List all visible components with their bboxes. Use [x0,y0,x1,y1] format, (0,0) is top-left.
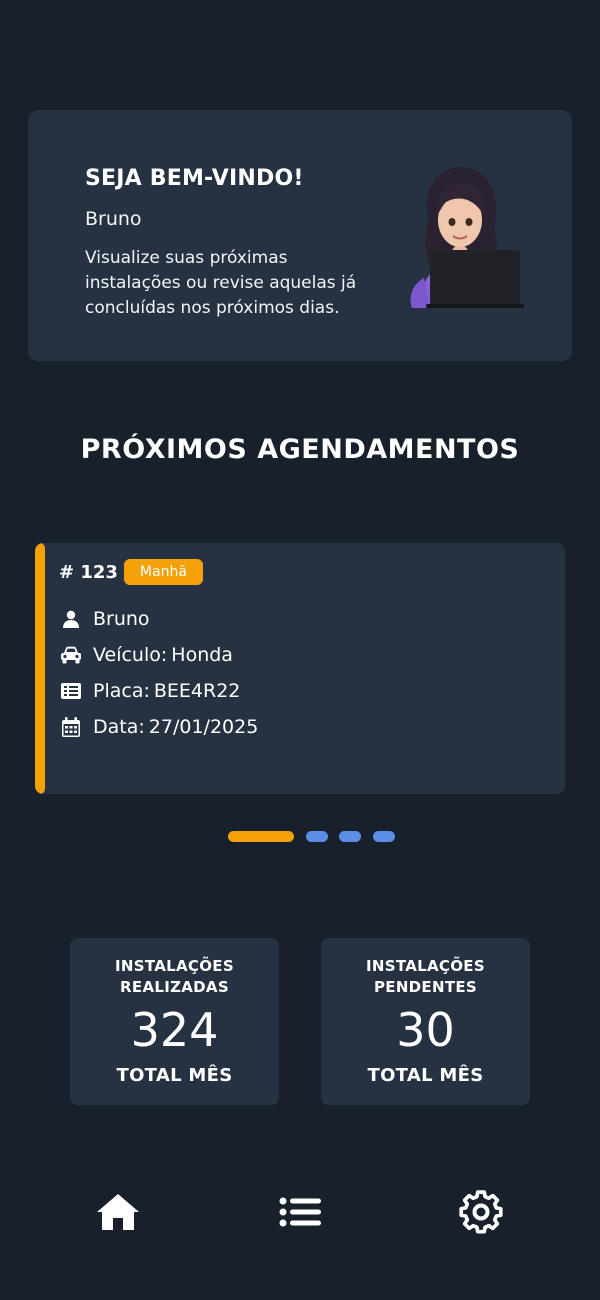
section-title: PRÓXIMOS AGENDAMENTOS [80,434,520,465]
plate-label: Placa: [93,680,150,702]
nav-settings-button[interactable] [457,1188,505,1236]
stat-footer: TOTAL MÊS [367,1065,484,1086]
welcome-description: Visualize suas próximas instalações ou r… [85,248,357,318]
stat-label: INSTALAÇÕES PENDENTES [321,956,530,998]
carousel-pager [0,831,600,843]
stat-value: 324 [130,1003,219,1057]
avatar-illustration [410,167,524,308]
plate-row: Placa: BEE4R22 [59,680,240,702]
stat-value: 30 [396,1003,455,1057]
stat-label-line2: PENDENTES [373,978,478,996]
nav-home-button[interactable] [94,1188,142,1236]
stat-label-line1: INSTALAÇÕES [115,957,234,975]
appointment-id: # 123 [59,561,118,583]
welcome-card: SEJA BEM-VINDO! Bruno Visualize suas pró… [28,110,572,361]
stat-card-completed: INSTALAÇÕES REALIZADAS 324 TOTAL MÊS [70,938,279,1105]
pager-dot[interactable] [339,831,361,842]
date-value: 27/01/2025 [148,716,259,738]
pager-dot[interactable] [306,831,328,842]
appointment-card[interactable]: # 123 Manhã Bruno Veículo: Honda Placa: … [35,543,565,794]
stat-footer: TOTAL MÊS [116,1065,233,1086]
vehicle-label: Veículo: [93,644,168,666]
pager-dot-active[interactable] [228,831,294,842]
vehicle-value: Honda [171,644,233,666]
car-icon [59,644,83,666]
vehicle-row: Veículo: Honda [59,644,233,666]
stat-label-line2: REALIZADAS [120,978,229,996]
home-icon [97,1194,139,1230]
pager-dot[interactable] [373,831,395,842]
user-icon [59,608,83,630]
appointment-accent-bar [35,543,45,794]
gear-icon [459,1190,503,1234]
client-row: Bruno [59,608,150,630]
date-label: Data: [93,716,145,738]
plate-value: BEE4R22 [153,680,241,702]
client-name: Bruno [93,608,150,630]
calendar-icon [59,716,83,738]
list-icon [279,1197,321,1227]
plate-list-icon [59,680,83,702]
welcome-title: SEJA BEM-VINDO! [85,166,304,191]
period-badge: Manhã [123,559,203,585]
stat-label: INSTALAÇÕES REALIZADAS [70,956,279,998]
appointment-header: # 123 Manhã [59,559,203,585]
date-row: Data: 27/01/2025 [59,716,258,738]
stat-card-pending: INSTALAÇÕES PENDENTES 30 TOTAL MÊS [321,938,530,1105]
nav-list-button[interactable] [276,1188,324,1236]
welcome-user-name: Bruno [85,208,142,230]
stat-label-line1: INSTALAÇÕES [366,957,485,975]
